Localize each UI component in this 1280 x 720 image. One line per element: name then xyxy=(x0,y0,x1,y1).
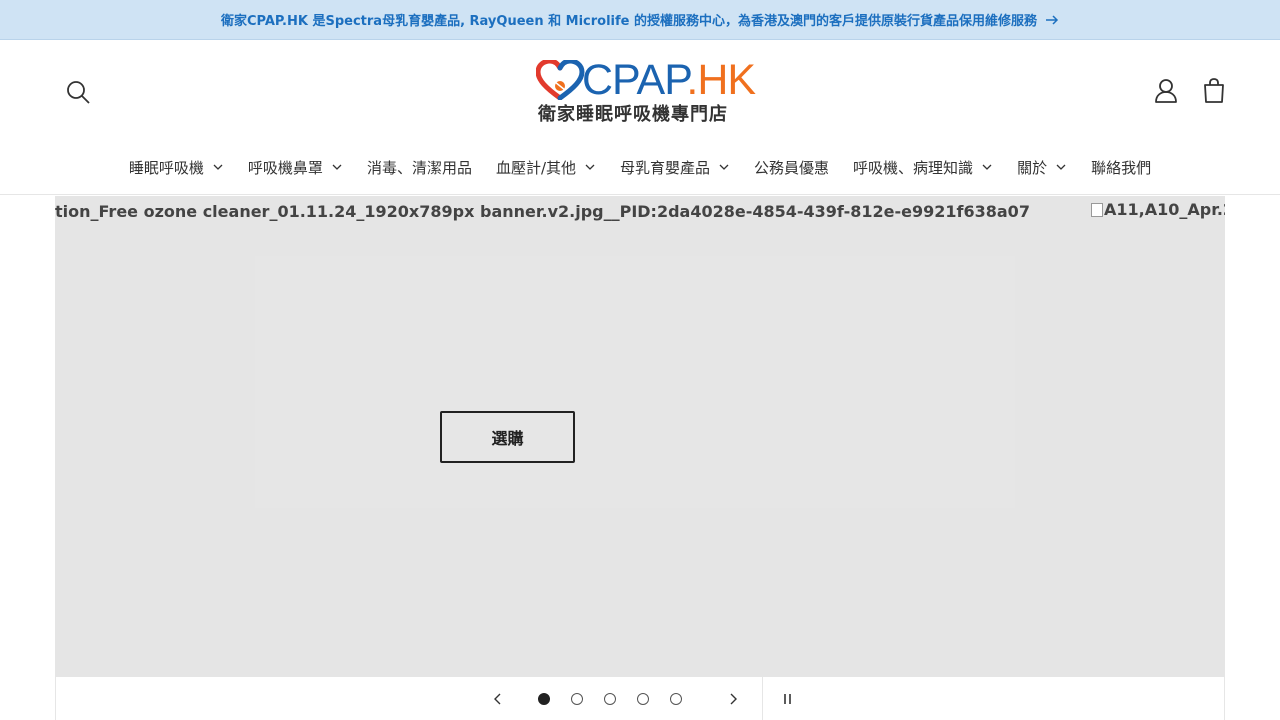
chevron-right-icon xyxy=(730,693,737,705)
logo-subtitle: 衛家睡眠呼吸機專門店 xyxy=(538,104,728,125)
nav-item-label: 母乳育嬰產品 xyxy=(620,158,711,177)
search-button[interactable] xyxy=(64,78,94,108)
chevron-down-icon xyxy=(213,164,223,170)
chevron-down-icon xyxy=(332,164,342,170)
nav-item-blood-pressure[interactable]: 血壓計/其他 xyxy=(484,152,608,182)
nav-item-label: 呼吸機鼻罩 xyxy=(247,158,323,177)
main-nav: 睡眠呼吸機 呼吸機鼻罩 消毒、清潔用品 血壓計/其他 母乳育嬰產品 公務員優惠 … xyxy=(0,152,1280,182)
cart-button[interactable] xyxy=(1200,76,1228,106)
pause-slideshow-button[interactable] xyxy=(778,689,798,709)
slide-dot-4[interactable] xyxy=(637,693,649,705)
account-button[interactable] xyxy=(1152,76,1180,106)
nav-item-label: 呼吸機、病理知識 xyxy=(853,158,974,177)
slide-dot-1[interactable] xyxy=(538,693,550,705)
nav-item-label: 公務員優惠 xyxy=(754,158,830,177)
nav-item-label: 聯絡我們 xyxy=(1091,158,1152,177)
chevron-down-icon xyxy=(1056,164,1066,170)
nav-item-masks[interactable]: 呼吸機鼻罩 xyxy=(236,152,355,182)
next-slide-image: A11,A10_Apr.2 xyxy=(1091,200,1225,224)
announcement-bar[interactable]: 衛家CPAP.HK 是Spectra母乳育嬰產品, RayQueen 和 Mic… xyxy=(0,0,1280,40)
nav-item-knowledge[interactable]: 呼吸機、病理知識 xyxy=(841,152,1005,182)
nav-item-cleaning[interactable]: 消毒、清潔用品 xyxy=(355,152,484,182)
logo-brand-main: CPAP xyxy=(582,56,687,104)
nav-item-civil-servant[interactable]: 公務員優惠 xyxy=(742,152,841,182)
heart-logo-icon xyxy=(536,60,585,100)
hero-slideshow: tion_Free ozone cleaner_01.11.24_1920x78… xyxy=(55,196,1225,720)
logo-wordmark: CPAP.HK xyxy=(582,56,756,104)
chevron-left-icon xyxy=(494,693,501,705)
shop-now-button[interactable]: 選購 xyxy=(440,411,575,463)
next-slide-button[interactable] xyxy=(723,689,743,709)
chevron-down-icon xyxy=(585,164,595,170)
chevron-down-icon xyxy=(982,164,992,170)
cart-icon xyxy=(1204,78,1224,103)
nav-item-label: 睡眠呼吸機 xyxy=(128,158,204,177)
slideshow-controls xyxy=(55,677,1225,720)
nav-item-label: 消毒、清潔用品 xyxy=(366,158,472,177)
slide-dots xyxy=(538,693,682,705)
next-slide-alt-text: A11,A10_Apr.2 xyxy=(1104,200,1225,219)
nav-item-label: 血壓計/其他 xyxy=(495,158,577,177)
site-header: CPAP.HK 衛家睡眠呼吸機專門店 睡眠呼吸機 呼吸機鼻罩 消毒、清潔用品 血… xyxy=(0,40,1280,195)
slide-dot-5[interactable] xyxy=(670,693,682,705)
search-icon xyxy=(67,81,90,104)
broken-image-icon xyxy=(1091,203,1103,217)
slide-dot-3[interactable] xyxy=(604,693,616,705)
slide-dot-2[interactable] xyxy=(571,693,583,705)
logo-brand-suffix: .HK xyxy=(686,56,756,104)
controls-divider xyxy=(762,677,763,720)
nav-item-about[interactable]: 關於 xyxy=(1005,152,1079,182)
nav-item-label: 關於 xyxy=(1017,158,1048,177)
previous-slide-button[interactable] xyxy=(488,689,508,709)
nav-item-contact[interactable]: 聯絡我們 xyxy=(1079,152,1163,182)
pause-icon xyxy=(784,694,791,704)
account-icon xyxy=(1155,79,1177,103)
site-logo[interactable]: CPAP.HK 衛家睡眠呼吸機專門店 xyxy=(536,58,756,126)
nav-item-sleep-cpap[interactable]: 睡眠呼吸機 xyxy=(117,152,236,182)
slide-content-box xyxy=(255,256,1015,508)
nav-item-breastfeeding[interactable]: 母乳育嬰產品 xyxy=(608,152,742,182)
announcement-text[interactable]: 衛家CPAP.HK 是Spectra母乳育嬰產品, RayQueen 和 Mic… xyxy=(221,10,1037,29)
slide-image-alt-text: tion_Free ozone cleaner_01.11.24_1920x78… xyxy=(55,202,1030,221)
arrow-right-icon xyxy=(1046,14,1059,25)
chevron-down-icon xyxy=(719,164,729,170)
